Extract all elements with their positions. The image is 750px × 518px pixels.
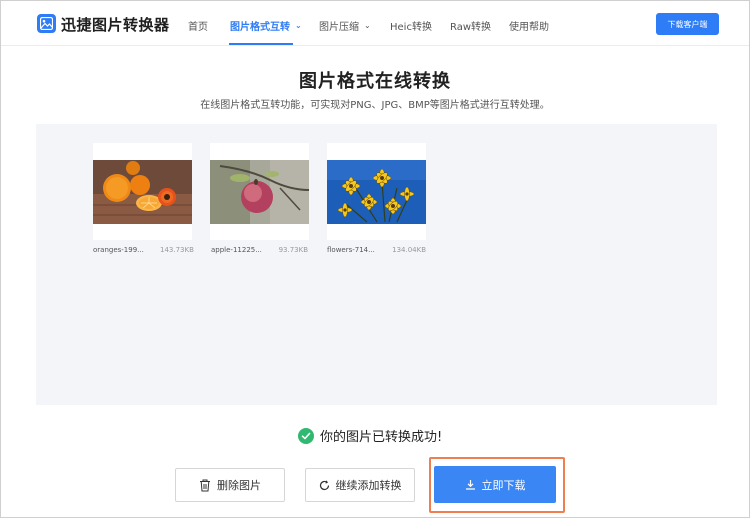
file-size: 93.73KB xyxy=(278,246,308,254)
brand-name[interactable]: 迅捷图片转换器 xyxy=(61,14,170,35)
refresh-icon xyxy=(319,479,329,490)
delete-images-button[interactable]: 删除图片 xyxy=(175,468,285,502)
success-text: 你的图片已转换成功! xyxy=(320,430,443,445)
nav-home-label: 首页 xyxy=(188,22,208,33)
nav-compress-label: 图片压缩 xyxy=(319,22,359,33)
file-size: 134.04KB xyxy=(392,246,426,254)
check-circle-icon xyxy=(298,427,314,444)
file-name: oranges-199... xyxy=(93,246,144,254)
file-name: apple-11225... xyxy=(211,246,262,254)
download-now-button[interactable]: 立即下载 xyxy=(434,466,556,503)
nav-format-convert-label: 图片格式互转 xyxy=(230,22,290,33)
nav-format-convert[interactable]: 图片格式互转 ⌄ xyxy=(230,18,302,33)
page-title: 图片格式在线转换 xyxy=(299,71,451,92)
nav-compress[interactable]: 图片压缩 ⌄ xyxy=(319,18,371,33)
top-header: 迅捷图片转换器 首页 图片格式互转 ⌄ 图片压缩 ⌄ Heic转换 Raw转换 … xyxy=(1,1,749,46)
download-now-label: 立即下载 xyxy=(481,478,526,492)
file-thumbnail xyxy=(93,160,192,224)
converted-files-panel: oranges-199... 143.73KB apple-11225... 9… xyxy=(36,124,717,405)
delete-images-label: 删除图片 xyxy=(217,479,261,492)
continue-add-button[interactable]: 继续添加转换 xyxy=(305,468,415,502)
file-card[interactable] xyxy=(210,143,309,240)
download-icon xyxy=(465,480,475,490)
nav-help-label: 使用帮助 xyxy=(509,22,549,33)
nav-home[interactable]: 首页 xyxy=(188,18,208,33)
logo-icon[interactable] xyxy=(37,14,56,33)
file-name: flowers-714... xyxy=(327,246,375,254)
nav-raw[interactable]: Raw转换 xyxy=(450,18,491,33)
page-subtitle: 在线图片格式互转功能，可实现对PNG、JPG、BMP等图片格式进行互转处理。 xyxy=(200,100,550,111)
file-card[interactable] xyxy=(93,143,192,240)
nav-raw-label: Raw转换 xyxy=(450,22,492,33)
nav-active-indicator xyxy=(229,43,293,45)
success-message: 你的图片已转换成功! xyxy=(298,426,442,445)
nav-heic-label: Heic转换 xyxy=(390,22,432,33)
continue-add-label: 继续添加转换 xyxy=(335,479,402,492)
chevron-down-icon: ⌄ xyxy=(295,21,302,30)
file-thumbnail xyxy=(327,160,426,224)
download-client-button[interactable]: 下载客户端 xyxy=(656,13,719,35)
file-thumbnail xyxy=(210,160,309,224)
trash-icon xyxy=(200,479,210,491)
nav-heic[interactable]: Heic转换 xyxy=(390,18,432,33)
chevron-down-icon: ⌄ xyxy=(364,21,371,30)
file-card[interactable] xyxy=(327,143,426,240)
nav-help[interactable]: 使用帮助 xyxy=(509,18,549,33)
file-size: 143.73KB xyxy=(160,246,194,254)
